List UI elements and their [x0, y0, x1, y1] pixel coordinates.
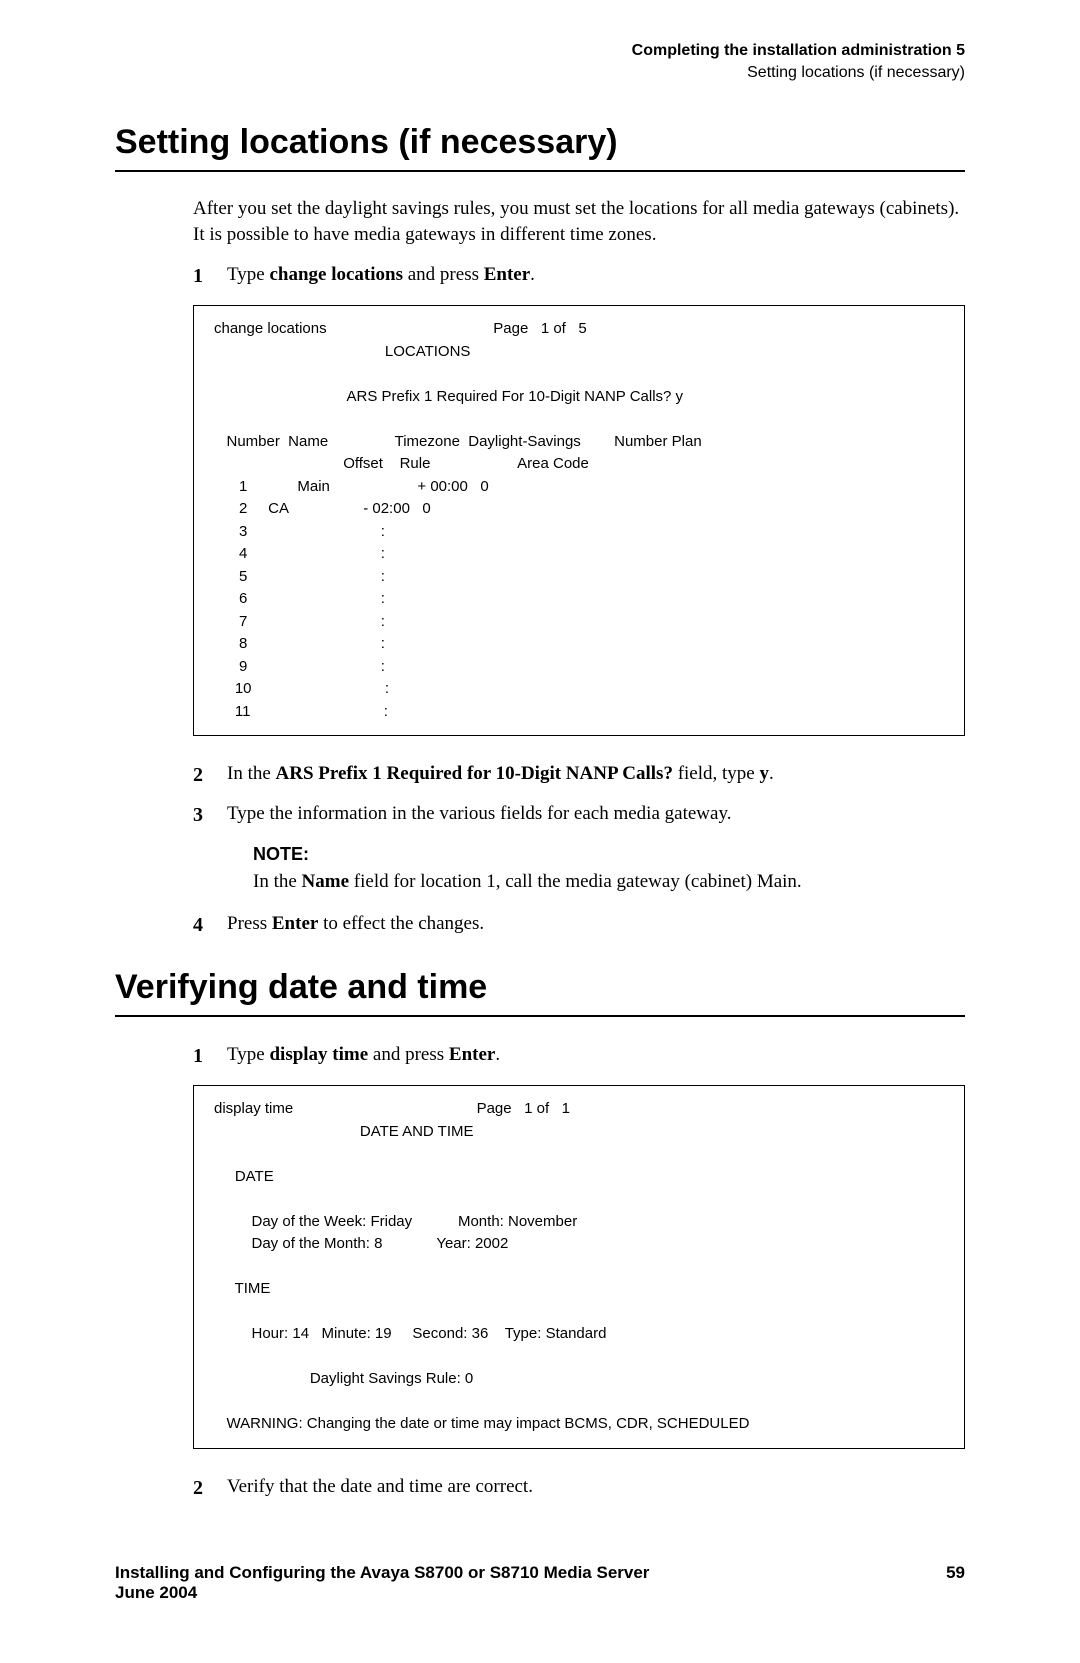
section-title-locations: Setting locations (if necessary): [115, 123, 965, 162]
step-number: 2: [193, 760, 227, 790]
dt-step-1-text: Type display time and press Enter.: [227, 1041, 965, 1070]
section-title-datetime: Verifying date and time: [115, 968, 965, 1007]
header-chapter: Completing the installation administrati…: [632, 42, 965, 59]
step-number: 4: [193, 910, 227, 940]
footer-page-number: 59: [946, 1563, 965, 1583]
page: Completing the installation administrati…: [0, 0, 1080, 1663]
step-2-text: In the ARS Prefix 1 Required for 10-Digi…: [227, 760, 965, 789]
dt-step-1: 1 Type display time and press Enter.: [193, 1041, 965, 1071]
footer-date: June 2004: [115, 1583, 197, 1602]
step-3-text: Type the information in the various fiel…: [227, 800, 965, 829]
step-4-text: Press Enter to effect the changes.: [227, 910, 965, 939]
note-block: NOTE: In the Name field for location 1, …: [253, 844, 965, 896]
intro-paragraph: After you set the daylight savings rules…: [193, 196, 965, 247]
terminal-locations: change locations Page 1 of 5 LOCATIONS A…: [193, 305, 965, 736]
step-number: 1: [193, 1041, 227, 1071]
footer-title: Installing and Configuring the Avaya S87…: [115, 1563, 649, 1582]
page-footer: Installing and Configuring the Avaya S87…: [115, 1563, 965, 1603]
header-section: Setting locations (if necessary): [747, 64, 965, 81]
step-4: 4 Press Enter to effect the changes.: [193, 910, 965, 940]
running-header: Completing the installation administrati…: [115, 40, 965, 83]
terminal-datetime: display time Page 1 of 1 DATE AND TIME D…: [193, 1085, 965, 1449]
note-text: In the Name field for location 1, call t…: [253, 869, 965, 896]
step-3: 3 Type the information in the various fi…: [193, 800, 965, 830]
step-1: 1 Type change locations and press Enter.: [193, 261, 965, 291]
dt-step-2: 2 Verify that the date and time are corr…: [193, 1473, 965, 1503]
section-rule: [115, 1015, 965, 1017]
note-label: NOTE:: [253, 844, 965, 865]
step-number: 3: [193, 800, 227, 830]
step-number: 2: [193, 1473, 227, 1503]
dt-step-2-text: Verify that the date and time are correc…: [227, 1473, 965, 1502]
section-rule: [115, 170, 965, 172]
step-number: 1: [193, 261, 227, 291]
step-1-text: Type change locations and press Enter.: [227, 261, 965, 290]
step-2: 2 In the ARS Prefix 1 Required for 10-Di…: [193, 760, 965, 790]
